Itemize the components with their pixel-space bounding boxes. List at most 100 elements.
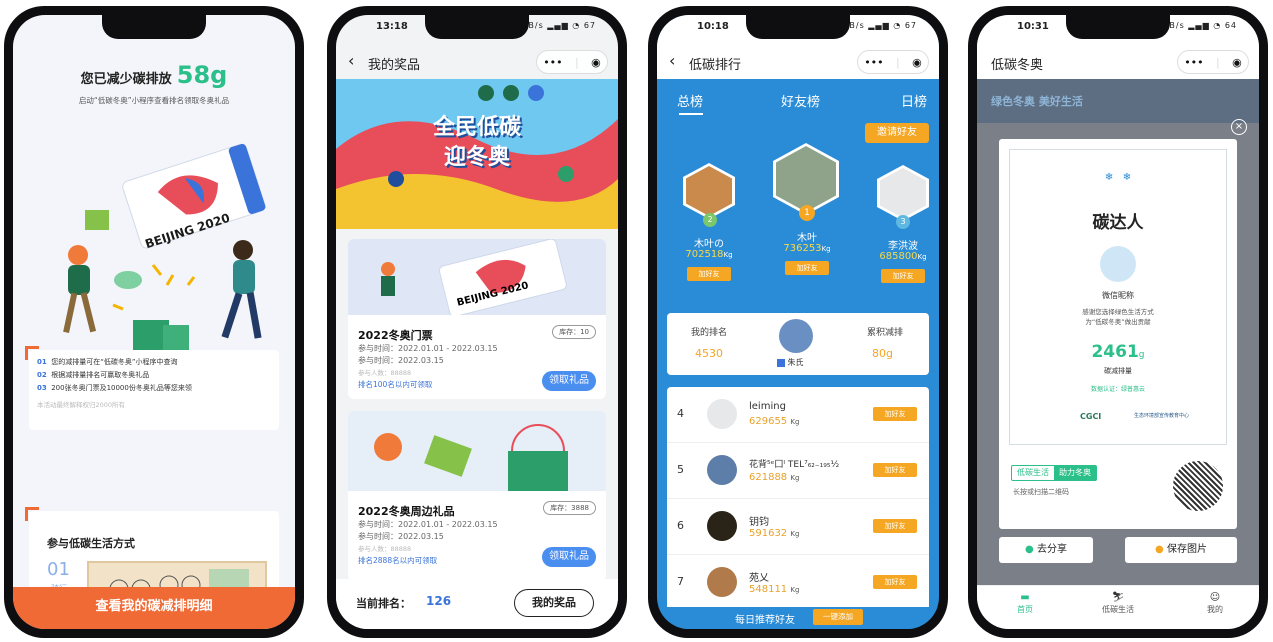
add-all-button[interactable]: 一键添加 [813,609,863,625]
tab-label: 低碳生活 [1102,605,1134,614]
add-friend-button[interactable]: 加好友 [873,575,917,589]
close-icon[interactable]: ◉ [591,56,601,69]
add-friend-button[interactable]: 加好友 [873,519,917,533]
user-icon [777,358,785,367]
back-arrow-icon[interactable]: ‹ [669,51,675,70]
tab-daily[interactable]: 日榜 [901,91,927,110]
podium-value-number: 736253 [783,243,822,254]
tab-me[interactable]: ☺ 我的 [1195,592,1235,615]
stock-badge: 库存：10 [552,325,596,339]
prize-people: 参与人数：88888 [358,545,412,553]
save-image-button[interactable]: ● 保存图片 [1125,537,1237,563]
album-icon: ● [1155,544,1164,555]
phone-2: 13:18 0.48 KB/s ▂▄▆ ◔ 67 ‹ 我的奖品 •••|◉ 全民… [327,6,627,638]
step-item: 03 200张冬奥门票及10000份冬奥礼品等您来领 [37,382,271,395]
podium-name: 木叶 [797,233,817,244]
claim-prize-button[interactable]: 领取礼品 [542,371,596,391]
add-friend-button[interactable]: 加好友 [873,463,917,477]
miniprogram-capsule: ••• | ◉ [536,50,608,74]
status-time: 10:31 [1017,21,1049,32]
list-value: 621888 Kg [749,472,799,483]
step-text: 200张冬奥门票及10000份冬奥礼品等您来领 [51,384,192,392]
qr-code[interactable] [1173,461,1223,511]
rank-label: 当前排名： [356,597,411,610]
tab-lowcarbon[interactable]: ⛷ 低碳生活 [1095,592,1141,615]
phone-4-screen: 10:31 0.00 KB/s ▂▄▆ ◔ 64 低碳冬奥 •••|◉ 绿色冬奥… [977,15,1259,629]
my-prizes-button[interactable]: 我的奖品 [514,589,594,617]
prize-image [348,411,606,491]
rank-badge: 2 [703,213,717,227]
invite-friend-button[interactable]: 邀请好友 [865,123,929,143]
more-icon[interactable]: ••• [864,56,883,69]
phone-2-screen: 13:18 0.48 KB/s ▂▄▆ ◔ 67 ‹ 我的奖品 •••|◉ 全民… [336,15,618,629]
skier-icon: ⛷ [1111,592,1125,603]
list-value-number: 621888 [749,472,788,483]
add-friend-button[interactable]: 加好友 [785,261,829,275]
tab-total[interactable]: 总榜 [677,91,703,110]
podium-name: 李洪波 [888,241,918,252]
certificate-card: ❄ ❄ 碳达人 微信昵称 感谢您选择绿色生活方式 为“低碳冬奥”做出贡献 246… [999,139,1237,529]
bottom-bar: 当前排名： 126 我的奖品 [336,579,618,629]
headline-prefix: 您已减少碳排放 [80,72,172,87]
prize-image: BEIJING 2020 [348,239,606,317]
rank-value: 126 [426,594,452,608]
list-item: 7 苑乂 548111 Kg 加好友 [667,555,929,611]
claim-prize-button[interactable]: 领取礼品 [542,547,596,567]
prize-time: 参与时间：2022.01.01 - 2022.03.15 [358,344,498,353]
add-friend-button[interactable]: 加好友 [687,267,731,281]
navbar: 低碳冬奥 ••• | ◉ [977,45,1259,79]
view-details-button[interactable]: 查看我的碳减排明细 [13,587,295,629]
tab-indicator [679,113,703,115]
close-icon[interactable]: ◉ [1232,56,1242,69]
banner-line-1: 全民低碳 [432,115,521,140]
notch [102,15,206,39]
add-friend-button[interactable]: 加好友 [873,407,917,421]
battery-level: 67 [904,21,917,30]
thanks-line-2: 为“低碳冬奥”做出贡献 [1085,318,1151,326]
avatar [707,399,737,429]
add-friend-button[interactable]: 加好友 [881,269,925,283]
rank-list: 4 leiming 629655 Kg 加好友 5 花背⁵ᵉ囗ᴵ TEL⁷₆₂₋… [667,387,929,619]
list-item: 6 钥钧 591632 Kg 加好友 [667,499,929,555]
cgci-logo: CGCI [1080,412,1102,421]
total-label: 累积减排 [866,328,903,338]
share-button[interactable]: ● 去分享 [999,537,1093,563]
my-name: 朱氏 [777,357,804,368]
banner-line-2: 迎冬奥 [443,145,510,170]
prize-card: BEIJING 2020 2022冬奥门票 库存：10 参与时间：2022.01… [348,239,606,399]
notch [1066,15,1170,39]
tab-home[interactable]: ▬ 首页 [1005,592,1045,615]
prize-time-2: 参与时间：2022.03.15 [358,532,444,541]
subtitle: 启动“低碳冬奥”小程序查看排名领取冬奥礼品 [78,96,230,105]
carbon-value-unit: g [1138,350,1145,360]
my-rank-card: 我的排名 4530 朱氏 累积减排 80g [667,313,929,375]
podium-name: 木叶の [694,239,724,250]
battery-level: 67 [583,21,596,30]
list-value-unit: Kg [790,586,800,594]
more-icon[interactable]: ••• [1184,56,1203,69]
close-icon[interactable]: ◉ [912,56,922,69]
qr-hint: 长按或扫描二维码 [1013,488,1069,496]
nickname: 微信昵称 [1102,291,1134,300]
tag-group: 低碳生活 助力冬奥 [1011,465,1097,481]
certificate-title: 碳达人 [1092,213,1144,233]
certificate-frame: ❄ ❄ 碳达人 微信昵称 感谢您选择绿色生活方式 为“低碳冬奥”做出贡献 246… [1009,149,1227,445]
section-title: 参与低碳生活方式 [47,537,135,550]
carbon-value: 2461g [1010,342,1226,362]
steps-card: 01 您的减排量可在“低碳冬奥”小程序中查询 02 根据减排量排名可赢取冬奥礼品… [25,346,279,430]
phone-4: 10:31 0.00 KB/s ▂▄▆ ◔ 64 低碳冬奥 •••|◉ 绿色冬奥… [968,6,1268,638]
page-title: 我的奖品 [368,58,421,73]
podium-value-unit: Kg [723,251,733,259]
list-item: 5 花背⁵ᵉ囗ᴵ TEL⁷₆₂₋₁₉₅½ 621888 Kg 加好友 [667,443,929,499]
back-arrow-icon[interactable]: ‹ [348,51,354,70]
tag-support: 助力冬奥 [1054,466,1096,480]
rank-badge: 3 [896,215,910,229]
cert-source: 数据认证：绿普惠云 [1090,386,1145,393]
tag-low-carbon: 低碳生活 [1017,468,1049,477]
avatar [707,511,737,541]
steps-list: 01 您的减排量可在“低碳冬奥”小程序中查询 02 根据减排量排名可赢取冬奥礼品… [37,356,271,395]
more-icon[interactable]: ••• [543,56,562,69]
tab-friends[interactable]: 好友榜 [781,91,820,110]
step-text: 根据减排量排名可赢取冬奥礼品 [51,371,150,379]
close-popup-icon[interactable]: × [1231,119,1247,135]
